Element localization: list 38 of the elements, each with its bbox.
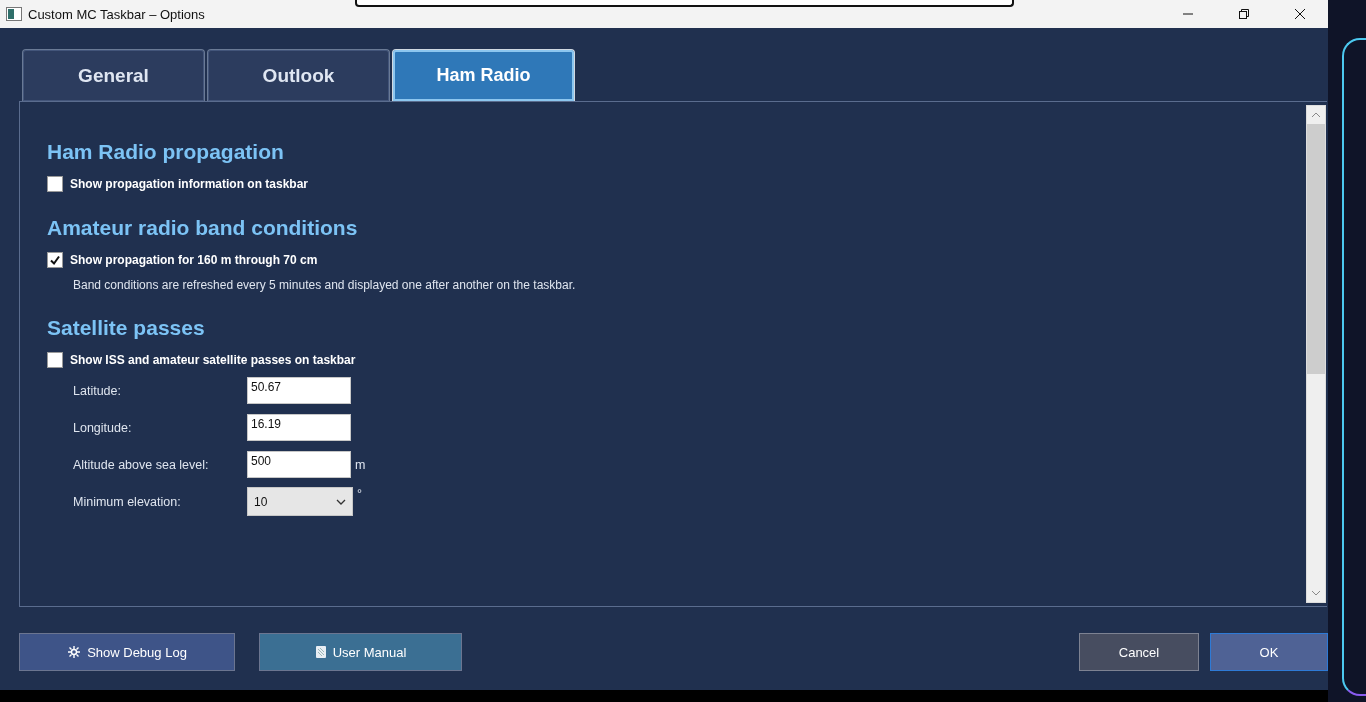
input-field[interactable]: 16.19 [247, 414, 351, 441]
note-text: Band conditions are refreshed every 5 minutes and displayed one after another on the taskbar. [73, 278, 577, 292]
checkbox[interactable] [47, 252, 63, 268]
app-icon [6, 7, 22, 21]
tab[interactable]: General [22, 49, 205, 101]
checkbox[interactable] [47, 176, 63, 192]
manual-button[interactable]: User Manual [259, 633, 462, 671]
checkbox-label[interactable]: Show propagation information on taskbar [70, 177, 308, 191]
scrollbar[interactable] [1306, 105, 1326, 603]
scroll-down-icon[interactable] [1311, 590, 1321, 596]
unit-label: m [355, 457, 366, 472]
section-heading: Ham Radio propagation [47, 140, 285, 165]
input-field[interactable]: 50.67 [247, 377, 351, 404]
scroll-up-icon[interactable] [1311, 112, 1321, 118]
close-icon[interactable] [1294, 8, 1306, 20]
checkbox-label[interactable]: Show propagation for 160 m through 70 cm [70, 253, 318, 267]
field-label: Minimum elevation: [73, 494, 182, 509]
debug-log-button[interactable]: Show Debug Log [19, 633, 235, 671]
cancel-button[interactable]: Cancel [1079, 633, 1199, 671]
tab[interactable]: Outlook [207, 49, 390, 101]
gear-icon [67, 645, 82, 659]
unit-label: ° [357, 487, 362, 501]
dropdown[interactable]: 10 [247, 487, 353, 516]
chevron-down-icon [336, 498, 346, 505]
checkbox-label[interactable]: Show ISS and amateur satellite passes on taskbar [70, 353, 356, 367]
document-icon [314, 645, 327, 659]
tab[interactable]: Ham Radio [392, 49, 575, 101]
checkbox[interactable] [47, 352, 63, 368]
input-field[interactable]: 500 [247, 451, 351, 478]
section-heading: Satellite passes [47, 316, 206, 341]
ok-button[interactable]: OK [1210, 633, 1328, 671]
field-label: Altitude above sea level: [73, 457, 210, 472]
restore-icon[interactable] [1238, 8, 1250, 20]
section-heading: Amateur radio band conditions [47, 216, 359, 241]
field-label: Longitude: [73, 420, 133, 435]
window-title: Custom MC Taskbar – Options [28, 6, 205, 22]
field-label: Latitude: [73, 383, 122, 398]
scroll-thumb[interactable] [1307, 124, 1325, 374]
